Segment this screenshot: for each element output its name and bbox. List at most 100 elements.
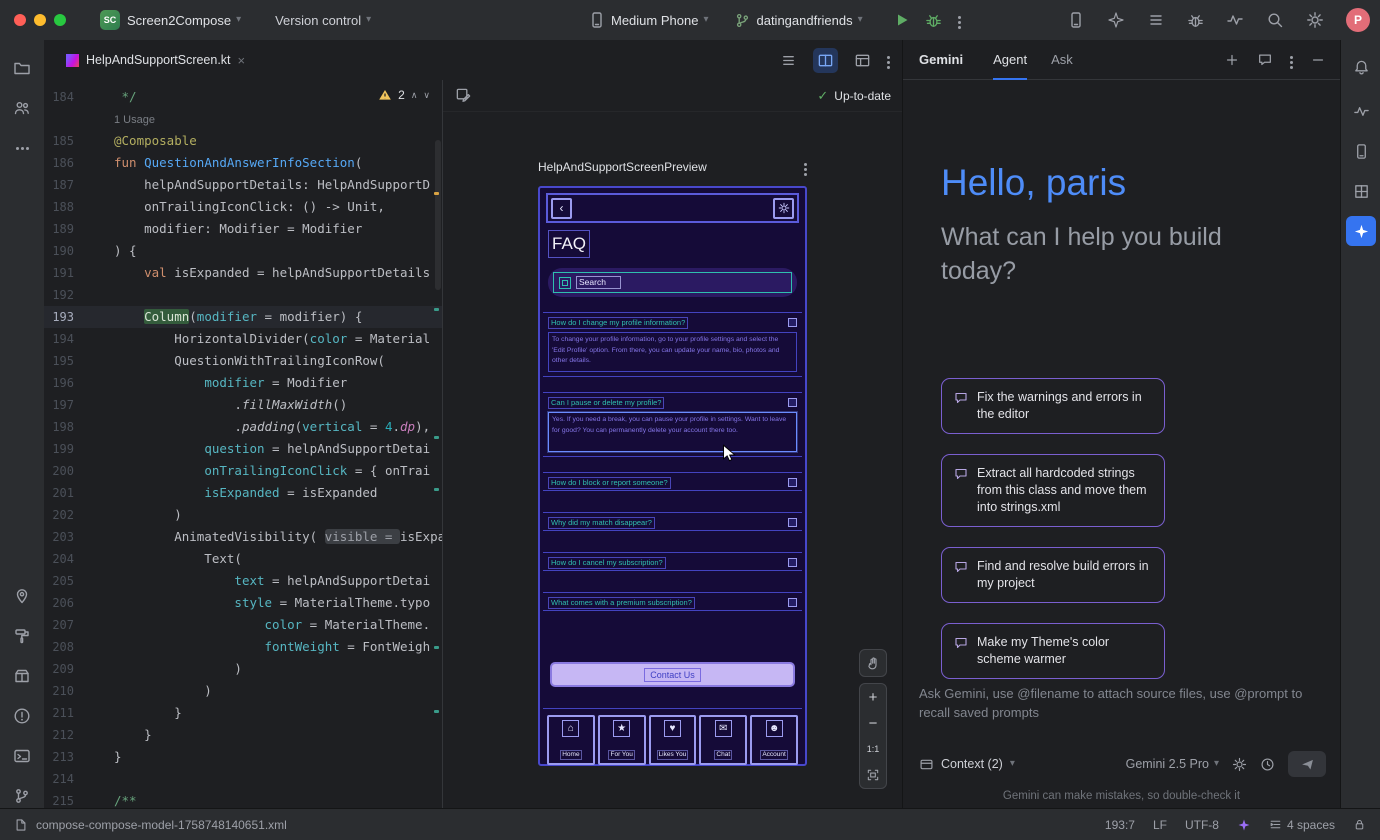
code-line[interactable]: 199 question = helpAndSupportDetai	[44, 438, 442, 460]
code-line[interactable]: 193 Column(modifier = modifier) {	[44, 306, 442, 328]
editor-options-button[interactable]	[887, 51, 890, 69]
device-selector[interactable]: Medium Phone ▾	[588, 11, 708, 29]
phone-settings-button[interactable]	[773, 198, 794, 219]
code-line[interactable]: 191 val isExpanded = helpAndSupportDetai…	[44, 262, 442, 284]
faq-question-row[interactable]: How do I block or report someone?	[548, 476, 797, 489]
change-stripe-mark[interactable]	[434, 488, 439, 491]
prompt-history-button[interactable]	[1260, 757, 1275, 772]
gemini-options-button[interactable]	[1290, 51, 1293, 69]
project-selector[interactable]: Screen2Compose ▾	[127, 13, 241, 28]
code-line[interactable]: 202 )	[44, 504, 442, 526]
new-chat-button[interactable]	[1224, 52, 1240, 68]
design-view-button[interactable]	[854, 52, 871, 69]
warning-stripe-mark[interactable]	[434, 192, 439, 195]
pan-tool-button[interactable]	[859, 649, 887, 677]
project-tool-button[interactable]	[6, 52, 38, 84]
gemini-settings-button[interactable]	[1232, 757, 1247, 772]
settings-button[interactable]	[1306, 11, 1324, 29]
faq-question-row[interactable]: How do I cancel my subscription?	[548, 556, 797, 569]
zoom-to-fit-button[interactable]	[860, 762, 886, 788]
code-line[interactable]: 195 QuestionWithTrailingIconRow(	[44, 350, 442, 372]
running-devices-tool-button[interactable]	[1346, 136, 1376, 166]
faq-question-row[interactable]: Can I pause or delete my profile?	[548, 396, 797, 409]
code-editor[interactable]: 184 */1 Usage185@Composable186fun Questi…	[44, 80, 442, 808]
suggestion-card[interactable]: Fix the warnings and errors in the edito…	[941, 378, 1165, 434]
faq-question-row[interactable]: Why did my match disappear?	[548, 516, 797, 529]
nav-item-home[interactable]: ⌂Home	[547, 715, 595, 765]
gemini-status[interactable]	[1237, 818, 1251, 832]
split-view-button[interactable]	[813, 48, 838, 73]
close-window-button[interactable]	[14, 14, 26, 26]
code-line[interactable]: 190) {	[44, 240, 442, 262]
tab-help-and-support-screen[interactable]: HelpAndSupportScreen.kt ×	[60, 40, 251, 80]
faq-search-bar[interactable]: Search	[548, 268, 797, 297]
gemini-tool-button[interactable]	[1346, 216, 1376, 246]
model-selector[interactable]: Gemini 2.5 Pro ▾	[1126, 757, 1219, 771]
suggestion-card[interactable]: Find and resolve build errors in my proj…	[941, 547, 1165, 603]
change-stripe-mark[interactable]	[434, 646, 439, 649]
code-line[interactable]: 194 HorizontalDivider(color = Material	[44, 328, 442, 350]
code-view-button[interactable]	[780, 52, 797, 69]
bookmarks-tool-button[interactable]	[6, 580, 38, 612]
next-warning-icon[interactable]: ∨	[423, 90, 430, 101]
code-line[interactable]: 214	[44, 768, 442, 790]
code-line[interactable]: 201 isExpanded = isExpanded	[44, 482, 442, 504]
code-line[interactable]: 204 Text(	[44, 548, 442, 570]
phone-back-button[interactable]: ‹	[551, 198, 572, 219]
nav-item-for-you[interactable]: ★For You	[598, 715, 646, 765]
terminal-tool-button[interactable]	[6, 740, 38, 772]
change-stripe-mark[interactable]	[434, 308, 439, 311]
zoom-out-button[interactable]: −	[860, 710, 886, 736]
expand-toggle-icon[interactable]	[788, 398, 797, 407]
profiler-button[interactable]	[1226, 11, 1244, 29]
code-line[interactable]: 207 color = MaterialTheme.	[44, 614, 442, 636]
ai-assistant-button[interactable]	[1107, 11, 1125, 29]
todo-list-button[interactable]	[1147, 11, 1165, 29]
code-line[interactable]: 213}	[44, 746, 442, 768]
hide-panel-button[interactable]	[1310, 52, 1326, 68]
code-line[interactable]: 209 )	[44, 658, 442, 680]
zoom-in-button[interactable]: +	[860, 684, 886, 710]
code-line[interactable]: 198 .padding(vertical = 4.dp),	[44, 416, 442, 438]
expand-toggle-icon[interactable]	[788, 318, 797, 327]
faq-question-row[interactable]: How do I change my profile information?	[548, 316, 797, 329]
more-tool-windows-button[interactable]	[6, 132, 38, 164]
more-run-actions-button[interactable]	[958, 11, 961, 29]
context-selector[interactable]: Context (2) ▾	[919, 757, 1015, 772]
nav-item-likes-you[interactable]: ♥Likes You	[649, 715, 697, 765]
resource-paint-tool-button[interactable]	[6, 620, 38, 652]
code-line[interactable]: 210 )	[44, 680, 442, 702]
expand-toggle-icon[interactable]	[788, 478, 797, 487]
code-line[interactable]: 205 text = helpAndSupportDetai	[44, 570, 442, 592]
code-line[interactable]: 212 }	[44, 724, 442, 746]
resource-manager-tool-button[interactable]	[6, 92, 38, 124]
change-stripe-mark[interactable]	[434, 710, 439, 713]
change-stripe-mark[interactable]	[434, 436, 439, 439]
version-control-menu[interactable]: Version control ▾	[275, 13, 371, 28]
tab-agent[interactable]: Agent	[993, 40, 1027, 80]
nav-item-chat[interactable]: ✉Chat	[699, 715, 747, 765]
notifications-button[interactable]	[1346, 52, 1376, 82]
code-line[interactable]: 185@Composable	[44, 130, 442, 152]
code-line[interactable]: 192	[44, 284, 442, 306]
run-button[interactable]	[893, 11, 911, 29]
ui-check-mode-button[interactable]	[455, 87, 472, 104]
nav-item-account[interactable]: ☻Account	[750, 715, 798, 765]
search-field[interactable]: Search	[553, 272, 792, 293]
editor-scrollbar[interactable]	[435, 140, 441, 290]
profiler-tool-button[interactable]	[1346, 96, 1376, 126]
app-insights-button[interactable]	[1187, 12, 1204, 29]
code-line[interactable]: 197 .fillMaxWidth()	[44, 394, 442, 416]
debug-button[interactable]	[925, 12, 942, 29]
code-line[interactable]: 189 modifier: Modifier = Modifier	[44, 218, 442, 240]
suggestion-card[interactable]: Make my Theme's color scheme warmer	[941, 623, 1165, 679]
expand-toggle-icon[interactable]	[788, 598, 797, 607]
problems-tool-button[interactable]	[6, 700, 38, 732]
minimize-window-button[interactable]	[34, 14, 46, 26]
search-everywhere-button[interactable]	[1266, 11, 1284, 29]
maximize-window-button[interactable]	[54, 14, 66, 26]
tab-ask[interactable]: Ask	[1051, 40, 1073, 80]
indent-setting[interactable]: 4 spaces	[1269, 818, 1335, 832]
code-line[interactable]: 186fun QuestionAndAnswerInfoSection(	[44, 152, 442, 174]
prev-warning-icon[interactable]: ∧	[411, 90, 418, 101]
